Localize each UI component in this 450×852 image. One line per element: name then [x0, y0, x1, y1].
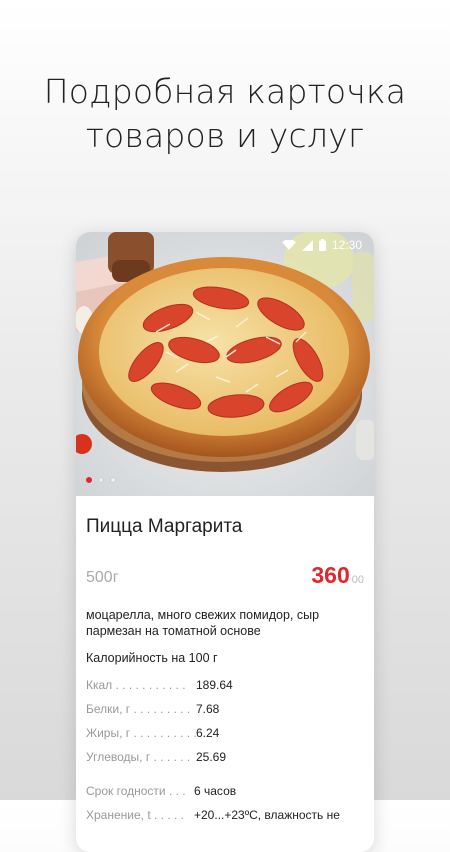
- battery-icon: [318, 239, 326, 251]
- storage-label: Хранение, t . . . . .: [86, 808, 184, 822]
- product-title: Пицца Маргарита: [86, 516, 243, 537]
- price-value: 360: [311, 562, 350, 588]
- nutrition-table: Ккал . . . . . . . . . . . 189.64 Белки,…: [86, 673, 364, 769]
- product-description: моцарелла, много свежих помидор, сыр пар…: [86, 608, 320, 638]
- gallery-dot-3[interactable]: [110, 477, 116, 483]
- product-gallery[interactable]: 12:30: [76, 232, 374, 496]
- product-details: Пицца Маргарита 500г 360 00 моцарелла, мн…: [76, 496, 374, 827]
- signal-icon: [301, 239, 313, 251]
- gallery-pagination: [86, 477, 116, 483]
- nutrition-row: Белки, г . . . . . . . . . 7.68: [86, 697, 364, 721]
- price-row: 500г 360 00: [86, 562, 364, 589]
- nutrition-value: 6.24: [196, 726, 220, 740]
- nutrition-value: 25.69: [196, 750, 227, 764]
- gallery-dot-2[interactable]: [98, 477, 104, 483]
- nutrition-row: Углеводы, г . . . . . . 25.69: [86, 745, 364, 769]
- nutrition-label: Жиры, г . . . . . . . . . .: [86, 726, 196, 740]
- calories-title: Калорийность на 100 г: [86, 651, 218, 665]
- pizza-photo: [76, 232, 374, 496]
- storage-value: 6 часов: [194, 784, 237, 798]
- storage-label: Срок годности . . .: [86, 784, 186, 798]
- nutrition-value: 189.64: [196, 678, 233, 692]
- wifi-icon: [281, 239, 296, 250]
- nutrition-label: Ккал . . . . . . . . . . .: [86, 678, 186, 692]
- status-time: 12:30: [331, 238, 362, 252]
- nutrition-value: 7.68: [196, 702, 220, 716]
- storage-row: Срок годности . . . 6 часов: [86, 779, 364, 803]
- gallery-dot-1[interactable]: [86, 477, 92, 483]
- product-price: 360 00: [311, 562, 364, 589]
- storage-row: Хранение, t . . . . . +20...+23ºС, влажн…: [86, 803, 364, 827]
- status-bar: 12:30: [76, 232, 374, 258]
- nutrition-row: Жиры, г . . . . . . . . . . 6.24: [86, 721, 364, 745]
- headline-line-2: товаров и услуг: [85, 116, 365, 155]
- headline-line-1: Подробная карточка: [43, 72, 407, 111]
- nutrition-label: Углеводы, г . . . . . .: [86, 750, 191, 764]
- nutrition-row: Ккал . . . . . . . . . . . 189.64: [86, 673, 364, 697]
- promo-headline: Подробная карточка товаров и услуг: [0, 70, 450, 158]
- product-weight: 500г: [86, 569, 119, 586]
- nutrition-label: Белки, г . . . . . . . . .: [86, 702, 191, 716]
- storage-table: Срок годности . . . 6 часов Хранение, t …: [86, 779, 364, 827]
- phone-screen: 12:30 Пицца Маргарита 500г 360 00 моцарел…: [76, 232, 374, 852]
- storage-value: +20...+23ºС, влажность не: [194, 808, 340, 822]
- price-cents: 00: [351, 574, 364, 586]
